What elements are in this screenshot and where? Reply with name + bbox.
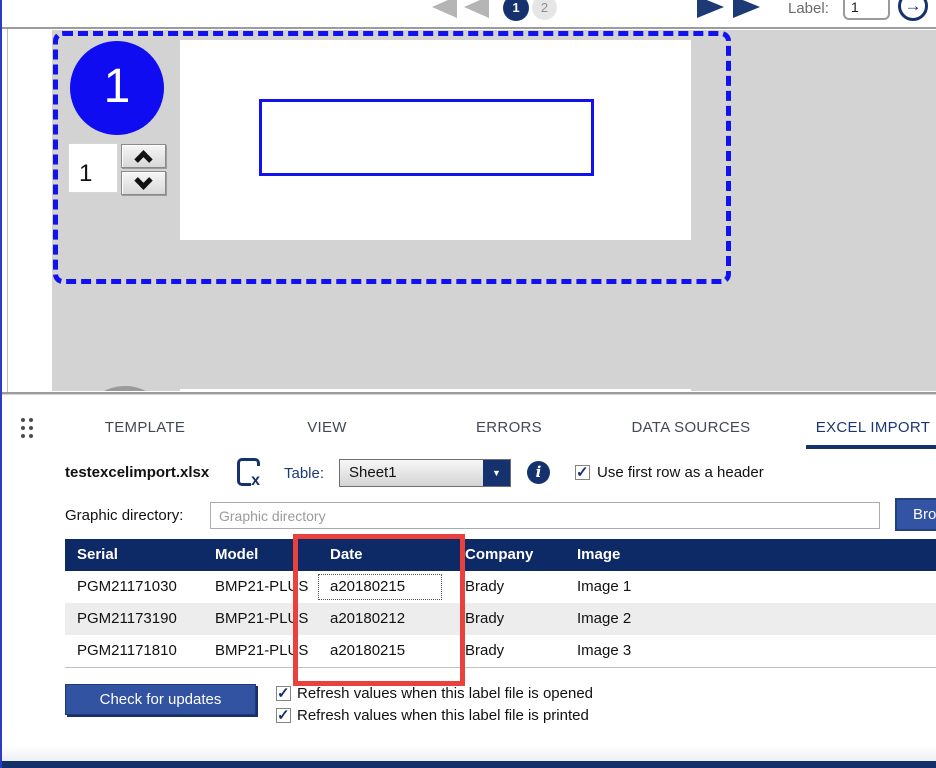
- dropdown-button[interactable]: ▼: [483, 460, 510, 486]
- table-cell[interactable]: Image 1: [565, 571, 936, 603]
- page-indicator-2[interactable]: 2: [532, 0, 557, 20]
- table-cell[interactable]: Image 2: [565, 603, 936, 635]
- grid-header-row: Serial Model Date Company Image: [65, 539, 936, 571]
- excel-data-grid: Serial Model Date Company Image PGM21171…: [65, 539, 936, 668]
- browse-button[interactable]: Browse: [895, 498, 936, 531]
- refresh-on-print-checkbox[interactable]: ✓: [276, 708, 291, 723]
- arrow-right-icon: →: [905, 0, 922, 15]
- window-edge: [0, 0, 2, 768]
- copies-decrement-button[interactable]: [121, 171, 166, 195]
- excel-file-icon[interactable]: x: [237, 458, 260, 486]
- next-label-area-peek: [180, 389, 691, 391]
- excel-import-panel: testexcelimport.xlsx x Table: Sheet1 ▼ i…: [0, 450, 936, 761]
- panel-bottom-band: [0, 745, 936, 761]
- table-cell[interactable]: Image 3: [565, 635, 936, 667]
- excel-filename: testexcelimport.xlsx: [65, 464, 209, 481]
- active-tab-underline: [806, 445, 936, 449]
- info-icon[interactable]: i: [527, 461, 550, 484]
- copies-value[interactable]: 1: [68, 143, 118, 193]
- check-icon: ✓: [576, 463, 589, 481]
- label-tape: 1 1: [52, 30, 936, 391]
- go-to-label-button[interactable]: →: [898, 0, 928, 21]
- copies-increment-button[interactable]: [121, 144, 166, 168]
- tab-view[interactable]: VIEW: [237, 412, 417, 444]
- tab-excel-import[interactable]: EXCEL IMPORT: [783, 412, 936, 444]
- column-header-company[interactable]: Company: [453, 539, 565, 571]
- graphic-directory-input[interactable]: [210, 502, 880, 529]
- tab-data-sources[interactable]: DATA SOURCES: [601, 412, 781, 444]
- next-label-icon[interactable]: [697, 0, 724, 18]
- column-header-serial[interactable]: Serial: [65, 539, 203, 571]
- canvas-left-border: [7, 29, 8, 392]
- sheet-selected-value: Sheet1: [349, 464, 397, 481]
- label-number-caption: Label:: [788, 0, 829, 17]
- table-cell[interactable]: Brady: [453, 603, 565, 635]
- textbox-object[interactable]: [259, 99, 594, 176]
- next-label-zone-peek: [79, 386, 171, 391]
- use-first-row-label: Use first row as a header: [597, 464, 764, 481]
- previous-label-icon[interactable]: [464, 0, 489, 18]
- check-icon: ✓: [277, 684, 290, 702]
- tab-template[interactable]: TEMPLATE: [55, 412, 235, 444]
- table-cell[interactable]: PGM21171810: [65, 635, 203, 667]
- refresh-on-print-label: Refresh values when this label file is p…: [297, 707, 589, 724]
- label-preview-canvas: 1 1: [0, 27, 936, 394]
- column-header-image[interactable]: Image: [565, 539, 936, 571]
- zone-number-badge[interactable]: 1: [70, 41, 164, 135]
- use-first-row-checkbox[interactable]: ✓: [575, 465, 590, 480]
- page-navigation-toolbar: 1 2 Label: →: [0, 0, 936, 26]
- table-caption: Table:: [284, 465, 324, 482]
- table-cell[interactable]: PGM21173190: [65, 603, 203, 635]
- chevron-down-icon: [134, 171, 152, 189]
- panel-tabstrip: TEMPLATE VIEW ERRORS DATA SOURCES EXCEL …: [0, 394, 936, 450]
- refresh-on-open-label: Refresh values when this label file is o…: [297, 685, 593, 702]
- page-indicator-1[interactable]: 1: [503, 0, 529, 21]
- table-row: PGM21171030 BMP21-PLUS a20180215 Brady I…: [65, 571, 936, 603]
- panel-grip-handle[interactable]: [21, 418, 33, 438]
- chevron-down-icon: ▼: [492, 468, 501, 478]
- chevron-up-icon: [134, 150, 152, 168]
- app-window: 1 2 Label: → 1 1 TEMPLATE VIEW ERRORS: [0, 0, 936, 768]
- last-label-icon[interactable]: [733, 0, 760, 18]
- table-cell[interactable]: Brady: [453, 571, 565, 603]
- table-cell[interactable]: Brady: [453, 635, 565, 667]
- graphic-directory-caption: Graphic directory:: [65, 507, 183, 524]
- refresh-on-open-checkbox[interactable]: ✓: [276, 686, 291, 701]
- check-for-updates-button[interactable]: Check for updates: [65, 684, 256, 715]
- excel-x-glyph: x: [251, 474, 260, 488]
- window-bottom-bar: [0, 761, 936, 768]
- label-print-area[interactable]: [180, 40, 691, 240]
- previous-label-icon[interactable]: [432, 0, 457, 18]
- table-row: PGM21173190 BMP21-PLUS a20180212 Brady I…: [65, 603, 936, 635]
- table-row: PGM21171810 BMP21-PLUS a20180215 Brady I…: [65, 635, 936, 667]
- label-number-input[interactable]: [843, 0, 890, 20]
- table-cell[interactable]: PGM21171030: [65, 571, 203, 603]
- check-icon: ✓: [277, 706, 290, 724]
- sheet-select-dropdown[interactable]: Sheet1 ▼: [339, 459, 511, 487]
- tab-errors[interactable]: ERRORS: [419, 412, 599, 444]
- highlight-annotation-rectangle: [293, 534, 465, 686]
